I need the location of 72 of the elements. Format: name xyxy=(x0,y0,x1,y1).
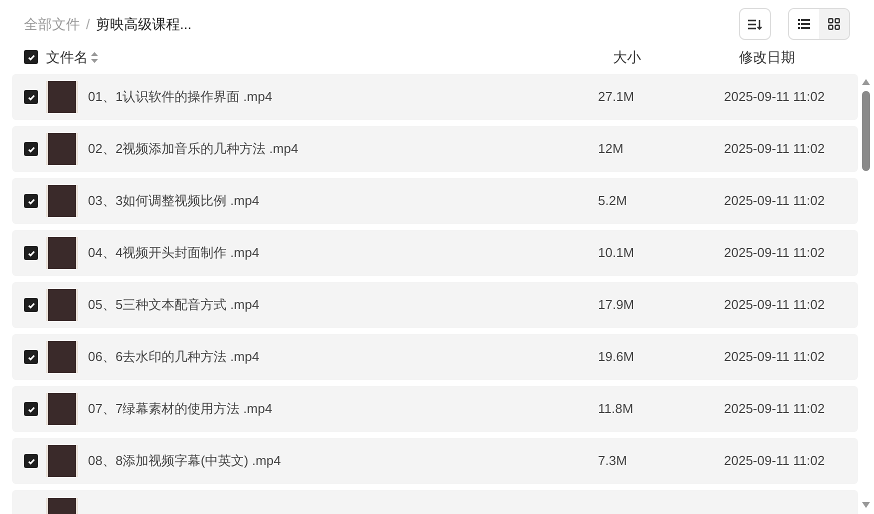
file-size: 11.8M xyxy=(598,400,634,418)
video-thumbnail xyxy=(46,445,78,477)
sort-icon xyxy=(748,18,762,30)
checkbox[interactable] xyxy=(24,298,38,312)
checkbox[interactable] xyxy=(24,350,38,364)
file-size: 5.2M xyxy=(598,192,628,210)
check-icon xyxy=(26,92,36,102)
sort-button[interactable] xyxy=(739,8,771,40)
file-row[interactable]: 08、8添加视频字幕(中英文) .mp4 7.3M 2025-09-11 11:02 xyxy=(12,438,858,484)
file-name: 04、4视频开头封面制作 .mp4 xyxy=(88,244,260,262)
modified-date: 2025-09-11 11:02 xyxy=(724,140,825,158)
file-name: 02、2视频添加音乐的几种方法 .mp4 xyxy=(88,140,300,158)
file-row[interactable]: 03、3如何调整视频比例 .mp4 5.2M 2025-09-11 11:02 xyxy=(12,178,858,224)
file-row[interactable]: 06、6去水印的几种方法 .mp4 19.6M 2025-09-11 11:02 xyxy=(12,334,858,380)
video-thumbnail xyxy=(46,185,78,217)
file-size: 7.3M xyxy=(598,452,628,470)
file-size: 10.1M xyxy=(598,244,636,262)
video-thumbnail xyxy=(46,81,78,113)
file-name: 07、7绿幕素材的使用方法 .mp4 xyxy=(88,400,274,418)
file-row[interactable]: 01、1认识软件的操作界面 .mp4 27.1M 2025-09-11 11:02 xyxy=(12,74,858,120)
checkbox[interactable] xyxy=(24,194,38,208)
file-name: 05、5三种文本配音方式 .mp4 xyxy=(88,296,260,314)
column-header: 修改日期 xyxy=(739,48,795,66)
check-icon xyxy=(26,352,36,362)
file-row[interactable]: 02、2视频添加音乐的几种方法 .mp4 12M 2025-09-11 11:02 xyxy=(12,126,858,172)
video-thumbnail xyxy=(46,393,78,425)
modified-date: 2025-09-11 11:02 xyxy=(724,88,825,106)
file-size: 19.6M xyxy=(598,348,636,366)
file-size: 12M xyxy=(598,140,624,158)
grid-icon xyxy=(828,18,840,30)
video-thumbnail xyxy=(46,289,78,321)
checkbox[interactable] xyxy=(24,454,38,468)
modified-date: 2025-09-11 11:02 xyxy=(724,296,825,314)
check-icon xyxy=(26,196,36,206)
checkbox[interactable] xyxy=(24,142,38,156)
sort-arrows-icon xyxy=(91,52,98,62)
modified-date: 2025-09-11 11:02 xyxy=(724,244,825,262)
check-icon xyxy=(26,404,36,414)
scrollbar-thumb[interactable] xyxy=(862,91,870,171)
checkbox[interactable] xyxy=(24,402,38,416)
check-icon xyxy=(26,144,36,154)
view-mode-button[interactable] xyxy=(789,9,819,39)
file-size: 27.1M xyxy=(598,88,636,106)
modified-date: 2025-09-11 11:02 xyxy=(724,452,825,470)
video-thumbnail xyxy=(46,133,78,165)
column-header: 大小 xyxy=(613,48,642,66)
file-row[interactable]: 07、7绿幕素材的使用方法 .mp4 11.8M 2025-09-11 11:02 xyxy=(12,386,858,432)
file-name: 03、3如何调整视频比例 .mp4 xyxy=(88,192,260,210)
checkbox[interactable] xyxy=(24,50,38,64)
video-thumbnail xyxy=(46,341,78,373)
video-thumbnail xyxy=(46,237,78,269)
list-icon xyxy=(798,19,810,29)
breadcrumb-separator: / xyxy=(86,14,90,34)
scroll-down-icon[interactable] xyxy=(862,502,870,508)
check-icon xyxy=(26,248,36,258)
file-row[interactable]: 04、4视频开头封面制作 .mp4 10.1M 2025-09-11 11:02 xyxy=(12,230,858,276)
check-icon xyxy=(26,456,36,466)
checkbox[interactable] xyxy=(24,90,38,104)
breadcrumb-item: 剪映高级课程... xyxy=(96,14,192,34)
modified-date: 2025-09-11 11:02 xyxy=(724,348,825,366)
check-icon xyxy=(26,52,36,62)
file-row[interactable]: 05、5三种文本配音方式 .mp4 17.9M 2025-09-11 11:02 xyxy=(12,282,858,328)
scroll-up-icon[interactable] xyxy=(862,79,870,85)
file-name: 01、1认识软件的操作界面 .mp4 xyxy=(88,88,274,106)
check-icon xyxy=(26,300,36,310)
column-header: 文件名 xyxy=(46,48,88,66)
modified-date: 2025-09-11 11:02 xyxy=(724,400,825,418)
modified-date: 2025-09-11 11:02 xyxy=(724,192,825,210)
file-size: 17.9M xyxy=(598,296,636,314)
file-name: 06、6去水印的几种方法 .mp4 xyxy=(88,348,260,366)
checkbox[interactable] xyxy=(24,246,38,260)
file-name: 08、8添加视频字幕(中英文) .mp4 xyxy=(88,452,282,470)
